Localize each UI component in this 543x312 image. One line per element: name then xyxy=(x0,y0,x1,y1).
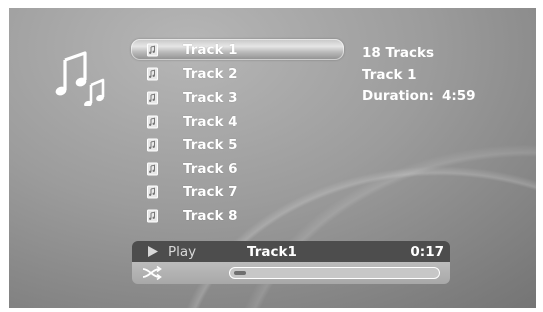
music-file-icon xyxy=(147,209,158,223)
music-file-icon xyxy=(147,185,158,199)
track-list: Track 1 Track 2 Track 3 Track 4 Track 5 Track… xyxy=(131,39,344,228)
track-label: Track 1 xyxy=(183,41,238,58)
media-player-screen: Track 1 Track 2 Track 3 Track 4 Track 5 Track… xyxy=(9,8,536,308)
music-file-icon xyxy=(147,91,158,105)
duration-value: 4:59 xyxy=(442,88,476,104)
track-list-item[interactable]: Track 7 xyxy=(131,181,344,205)
player-status-row: Play Track1 0:17 xyxy=(132,241,450,262)
track-list-item[interactable]: Track 5 xyxy=(131,133,344,157)
music-file-icon xyxy=(147,43,158,56)
track-list-item[interactable]: Track 6 xyxy=(131,157,344,181)
elapsed-time: 0:17 xyxy=(410,243,444,260)
play-state-label: Play xyxy=(168,243,197,260)
progress-fill xyxy=(234,271,246,275)
track-label: Track 2 xyxy=(183,66,238,83)
player-controls-row xyxy=(132,262,450,284)
track-label: Track 5 xyxy=(183,137,238,154)
track-count: 18 Tracks xyxy=(362,45,434,61)
track-list-item[interactable]: Track 4 xyxy=(131,110,344,134)
music-notes-icon xyxy=(55,51,105,106)
track-list-item[interactable]: Track 1 xyxy=(131,39,344,60)
play-icon[interactable] xyxy=(148,246,158,257)
track-label: Track 8 xyxy=(183,207,238,224)
track-label: Track 4 xyxy=(183,113,238,130)
track-list-item[interactable]: Track 3 xyxy=(131,86,344,110)
duration-row: Duration: 4:59 xyxy=(362,88,476,110)
music-file-icon xyxy=(147,138,158,152)
track-info-panel: 18 Tracks Track 1 Duration: 4:59 xyxy=(362,45,476,110)
current-track-name: Track 1 xyxy=(362,66,417,83)
progress-bar[interactable] xyxy=(229,267,440,279)
track-label: Track 7 xyxy=(183,184,238,201)
music-file-icon xyxy=(147,67,158,81)
duration-label: Duration: xyxy=(362,88,434,104)
player-bar: Play Track1 0:17 xyxy=(132,241,450,284)
now-playing-title: Track1 xyxy=(247,243,297,260)
track-label: Track 3 xyxy=(183,89,238,106)
track-list-item[interactable]: Track 8 xyxy=(131,204,344,228)
track-label: Track 6 xyxy=(183,160,238,177)
music-file-icon xyxy=(147,115,158,129)
track-list-item[interactable]: Track 2 xyxy=(131,63,344,87)
shuffle-icon[interactable] xyxy=(142,265,162,281)
music-file-icon xyxy=(147,162,158,176)
